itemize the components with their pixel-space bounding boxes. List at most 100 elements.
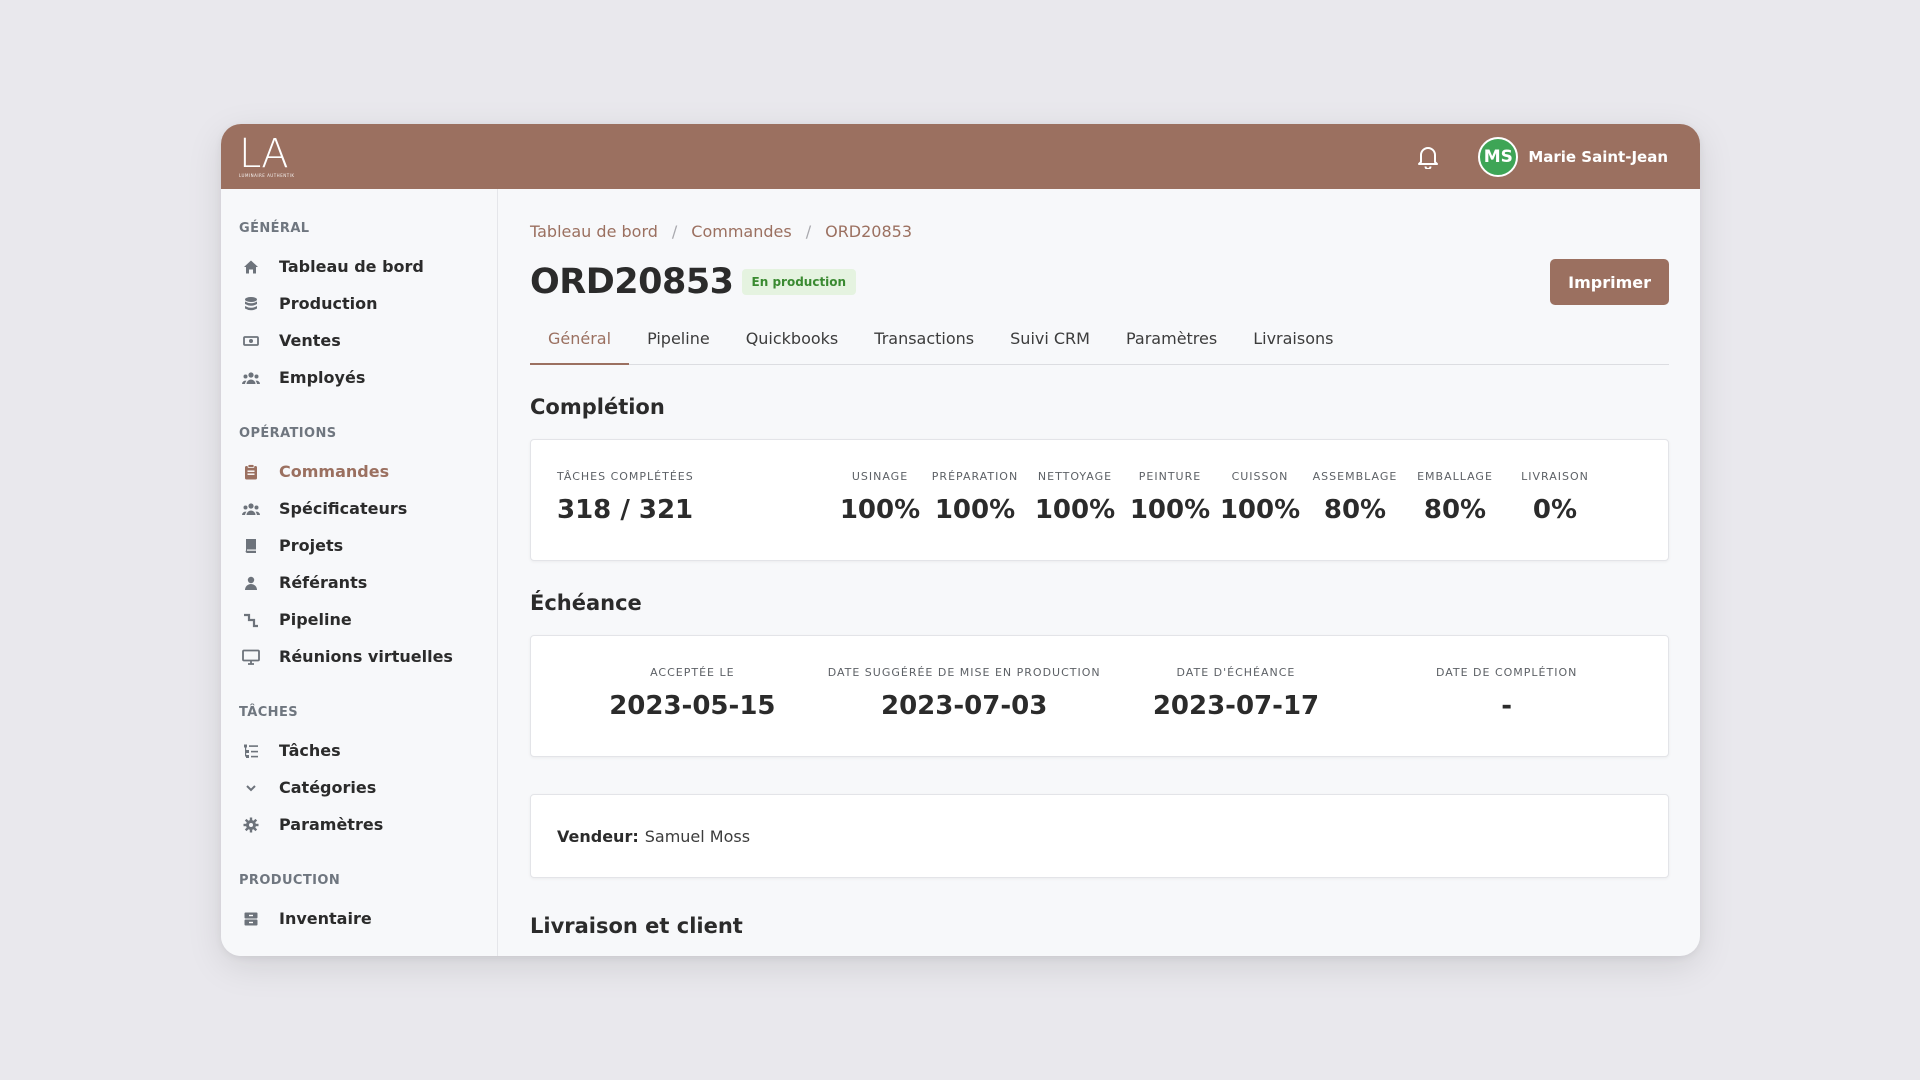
print-button[interactable]: Imprimer: [1550, 259, 1669, 305]
stat-value: 100%: [839, 495, 921, 525]
logo-subtext: LUMINAIRE AUTHENTIK: [239, 173, 295, 178]
sidebar-item-parametres[interactable]: Paramètres: [239, 806, 497, 843]
sidebar-item-label: Production: [279, 294, 378, 313]
bell-icon[interactable]: [1414, 143, 1442, 171]
sidebar: GÉNÉRAL Tableau de bord Production Vente…: [221, 189, 498, 956]
nav-group-general: GÉNÉRAL Tableau de bord Production Vente…: [239, 221, 497, 396]
breadcrumb-link[interactable]: Tableau de bord: [530, 222, 658, 241]
deadline-heading: Échéance: [530, 591, 642, 615]
sidebar-item-label: Tableau de bord: [279, 257, 424, 276]
sidebar-item-specificateurs[interactable]: Spécificateurs: [239, 490, 497, 527]
top-bar: LA LUMINAIRE AUTHENTIK MS Marie Saint-Je…: [221, 124, 1700, 189]
users-icon: [241, 368, 261, 388]
tasks-icon: [241, 741, 261, 761]
main-content: Tableau de bord / Commandes / ORD20853 O…: [498, 189, 1700, 956]
tasks-completed-stat: TÂCHES COMPLÉTÉES 318 / 321: [557, 470, 835, 525]
stat-value: -: [1501, 691, 1513, 721]
stat-label: USINAGE: [851, 470, 909, 483]
cash-icon: [241, 331, 261, 351]
section-title: PRODUCTION: [239, 873, 341, 888]
stat-label: NETTOYAGE: [1037, 470, 1113, 483]
stat-label: DATE SUGGÉRÉE DE MISE EN PRODUCTION: [827, 666, 1101, 679]
tab-suivi-crm[interactable]: Suivi CRM: [992, 325, 1108, 365]
stat-label: EMBALLAGE: [1417, 470, 1493, 483]
stat-value: 100%: [934, 495, 1016, 525]
nav-group-production: PRODUCTION Inventaire: [239, 873, 497, 937]
stage-usinage: USINAGE 100%: [835, 470, 925, 525]
tab-general[interactable]: Général: [530, 325, 630, 365]
sidebar-item-referants[interactable]: Référants: [239, 564, 497, 601]
breadcrumb-link[interactable]: Commandes: [691, 222, 791, 241]
vendor-label: Vendeur:: [557, 826, 639, 846]
stage-emballage: EMBALLAGE 80%: [1405, 470, 1505, 525]
sidebar-item-categories[interactable]: Catégories: [239, 769, 497, 806]
status-badge: En production: [741, 269, 857, 295]
sidebar-item-production[interactable]: Production: [239, 285, 497, 322]
stat-value: 0%: [1532, 495, 1578, 525]
sidebar-item-inventaire[interactable]: Inventaire: [239, 900, 497, 937]
brand-logo[interactable]: LA LUMINAIRE AUTHENTIK: [239, 134, 295, 178]
sidebar-item-label: Inventaire: [279, 909, 372, 928]
user-icon: [241, 573, 261, 593]
tab-transactions[interactable]: Transactions: [856, 325, 992, 365]
sidebar-item-label: Pipeline: [279, 610, 352, 629]
user-name[interactable]: Marie Saint-Jean: [1528, 148, 1668, 166]
app-window: LA LUMINAIRE AUTHENTIK MS Marie Saint-Je…: [221, 124, 1700, 956]
stage-nettoyage: NETTOYAGE 100%: [1025, 470, 1125, 525]
completion-heading: Complétion: [530, 395, 665, 419]
tab-pipeline[interactable]: Pipeline: [629, 325, 728, 365]
sidebar-item-projets[interactable]: Projets: [239, 527, 497, 564]
nav-group-operations: OPÉRATIONS Commandes Spécificateurs Proj…: [239, 426, 497, 675]
tab-quickbooks[interactable]: Quickbooks: [728, 325, 857, 365]
pipeline-icon: [241, 610, 261, 630]
stat-value: 100%: [1129, 495, 1211, 525]
sidebar-item-ventes[interactable]: Ventes: [239, 322, 497, 359]
tab-parametres[interactable]: Paramètres: [1108, 325, 1235, 365]
breadcrumb-current: ORD20853: [825, 222, 913, 241]
sidebar-item-taches[interactable]: Tâches: [239, 732, 497, 769]
section-title: GÉNÉRAL: [239, 221, 310, 236]
sidebar-item-commandes[interactable]: Commandes: [239, 453, 497, 490]
database-icon: [241, 294, 261, 314]
title-row: ORD20853 En production Imprimer: [530, 259, 1669, 305]
page-title: ORD20853: [530, 262, 734, 302]
sidebar-item-employes[interactable]: Employés: [239, 359, 497, 396]
stat-value: 2023-07-03: [881, 691, 1048, 721]
completion-date-stat: DATE DE COMPLÉTION -: [1371, 666, 1642, 756]
archive-icon: [241, 909, 261, 929]
sidebar-item-label: Paramètres: [279, 815, 384, 834]
nav-group-taches: TÂCHES Tâches Catégories Paramètres: [239, 705, 497, 843]
clipboard-icon: [241, 462, 261, 482]
stat-label: PRÉPARATION: [931, 470, 1019, 483]
topbar-right: MS Marie Saint-Jean: [1414, 136, 1668, 177]
sidebar-item-label: Employés: [279, 368, 366, 387]
avatar[interactable]: MS: [1478, 136, 1519, 177]
stage-assemblage: ASSEMBLAGE 80%: [1305, 470, 1405, 525]
stat-value: 80%: [1423, 495, 1487, 525]
stat-value: 2023-07-17: [1152, 691, 1320, 721]
stat-label: TÂCHES COMPLÉTÉES: [557, 470, 694, 483]
section-title: OPÉRATIONS: [239, 426, 337, 441]
breadcrumb-separator: /: [805, 222, 812, 241]
stage-peinture: PEINTURE 100%: [1125, 470, 1215, 525]
due-date-stat: DATE D'ÉCHÉANCE 2023-07-17: [1101, 666, 1372, 756]
tab-livraisons[interactable]: Livraisons: [1235, 325, 1351, 365]
tab-bar: Général Pipeline Quickbooks Transactions…: [530, 325, 1669, 365]
vendor-value: Samuel Moss: [644, 826, 751, 846]
sidebar-item-label: Référants: [279, 573, 368, 592]
sidebar-item-label: Spécificateurs: [279, 499, 408, 518]
breadcrumb-separator: /: [671, 222, 678, 241]
sidebar-item-pipeline[interactable]: Pipeline: [239, 601, 497, 638]
stat-value: 80%: [1323, 495, 1387, 525]
stat-label: LIVRAISON: [1521, 470, 1589, 483]
sidebar-item-reunions-virtuelles[interactable]: Réunions virtuelles: [239, 638, 497, 675]
sidebar-item-label: Ventes: [279, 331, 341, 350]
sidebar-item-tableau-de-bord[interactable]: Tableau de bord: [239, 248, 497, 285]
stage-cuisson: CUISSON 100%: [1215, 470, 1305, 525]
sidebar-item-label: Catégories: [279, 778, 377, 797]
sidebar-item-label: Tâches: [279, 741, 341, 760]
stat-label: ACCEPTÉE LE: [650, 666, 735, 679]
stage-livraison: LIVRAISON 0%: [1505, 470, 1605, 525]
stat-value: 100%: [1034, 495, 1116, 525]
book-icon: [241, 536, 261, 556]
